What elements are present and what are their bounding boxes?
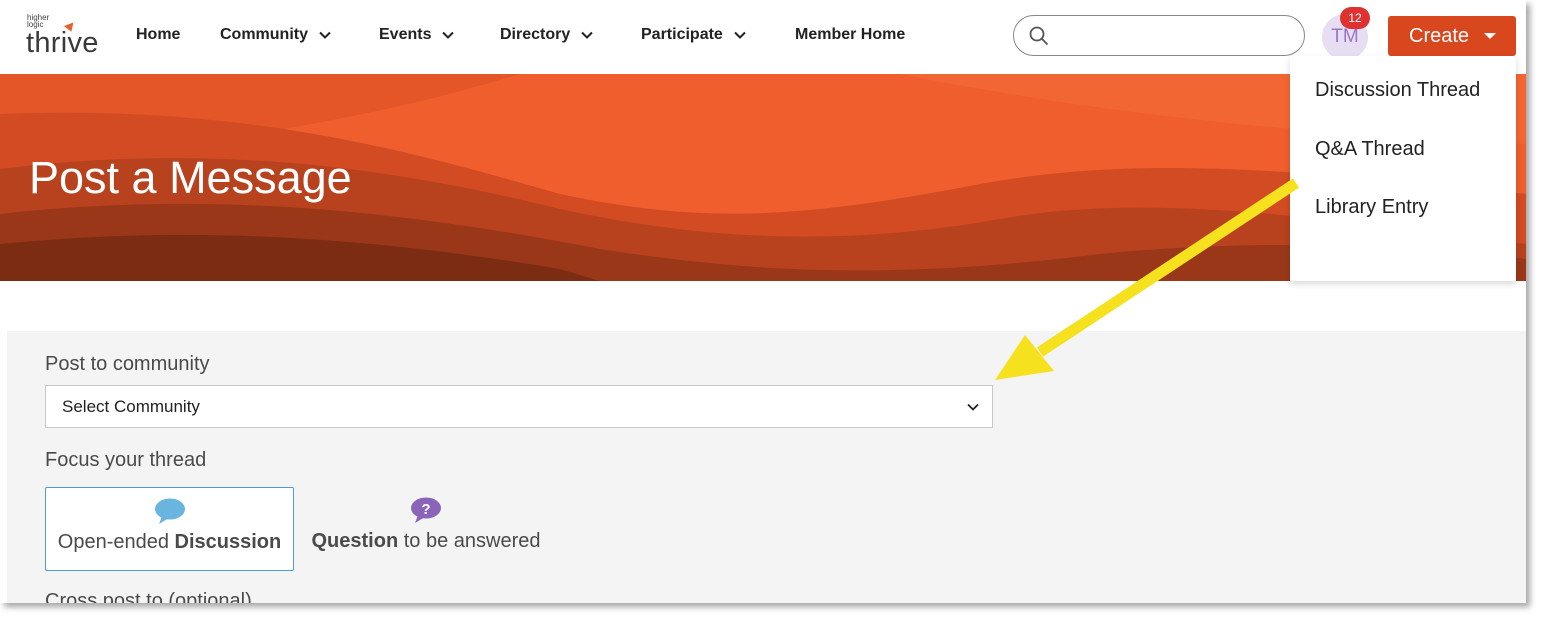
community-select-value: Select Community	[62, 396, 200, 416]
focus-option-prefix: Open-ended	[57, 531, 175, 553]
nav-item-participate-label: Participate	[641, 26, 723, 43]
chevron-down-icon	[581, 31, 593, 39]
question-bubble-icon: ?	[411, 497, 441, 523]
focus-option-discussion-label: Open-ended Discussion	[46, 531, 293, 554]
focus-option-bold: Discussion	[174, 531, 282, 553]
user-initials: TM	[1331, 26, 1359, 47]
notification-badge[interactable]: 12	[1340, 7, 1370, 29]
browser-page: higher logic thrive Home Community Event…	[0, 0, 1526, 603]
logo-text: thrive	[26, 27, 99, 59]
focus-option-discussion[interactable]: Open-ended Discussion	[45, 487, 294, 571]
nav-item-home[interactable]: Home	[136, 26, 180, 44]
nav-item-community[interactable]: Community	[220, 26, 332, 44]
svg-text:?: ?	[421, 501, 430, 518]
focus-option-question-label: Question to be answered	[302, 530, 550, 553]
nav-item-participate[interactable]: Participate	[641, 26, 747, 44]
nav-item-directory[interactable]: Directory	[500, 26, 594, 44]
menu-item-discussion-thread[interactable]: Discussion Thread	[1315, 79, 1480, 102]
focus-field-label: Focus your thread	[45, 449, 207, 471]
page-title: Post a Message	[29, 152, 352, 203]
search-icon	[1029, 26, 1049, 46]
menu-item-library-entry[interactable]: Library Entry	[1315, 196, 1428, 219]
nav-item-events-label: Events	[379, 26, 432, 43]
thrive-logo[interactable]: higher logic thrive	[26, 13, 111, 59]
create-dropdown-menu: Discussion Thread Q&A Thread Library Ent…	[1290, 56, 1516, 281]
focus-option-bold: Question	[311, 530, 399, 552]
focus-option-question[interactable]: ? Question to be answered	[302, 487, 550, 571]
notification-count: 12	[1348, 11, 1362, 25]
logo-small-text: higher logic	[27, 13, 50, 29]
chevron-down-icon	[967, 403, 979, 411]
nav-item-community-label: Community	[220, 26, 308, 43]
create-button-label: Create	[1409, 24, 1470, 47]
chevron-down-icon	[734, 31, 746, 39]
caret-down-icon	[1484, 33, 1496, 39]
nav-item-member-home[interactable]: Member Home	[795, 26, 905, 44]
community-select[interactable]: Select Community	[45, 385, 993, 428]
menu-item-qa-thread[interactable]: Q&A Thread	[1315, 138, 1425, 161]
crosspost-field-label: Cross post to (optional)	[45, 590, 252, 603]
search-input[interactable]	[1013, 15, 1305, 56]
create-button[interactable]: Create	[1388, 16, 1516, 56]
community-field-label: Post to community	[45, 353, 210, 375]
focus-option-suffix: to be answered	[398, 530, 541, 552]
nav-item-home-label: Home	[136, 26, 181, 43]
nav-item-directory-label: Directory	[500, 26, 571, 43]
nav-item-member-home-label: Member Home	[795, 26, 906, 43]
speech-bubble-icon	[154, 498, 185, 524]
chevron-down-icon	[319, 31, 331, 39]
chevron-down-icon	[442, 31, 455, 39]
nav-item-events[interactable]: Events	[379, 26, 455, 44]
